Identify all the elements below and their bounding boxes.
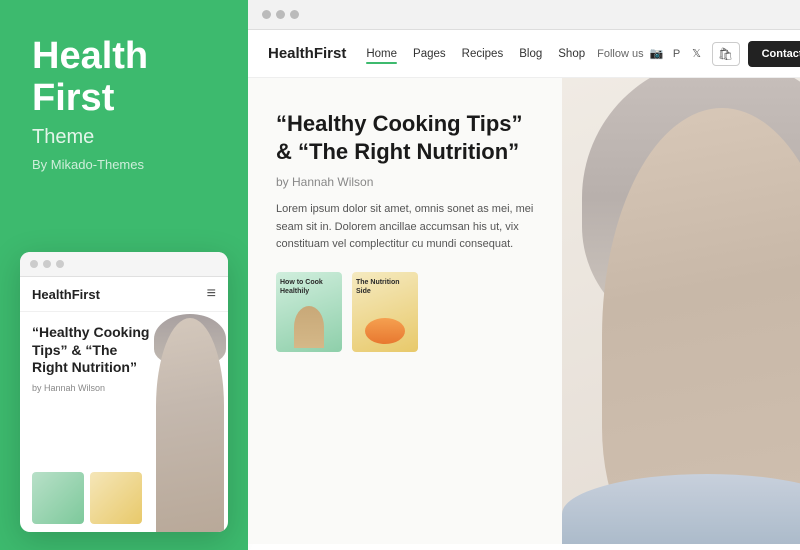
pinterest-icon[interactable]: P xyxy=(670,47,684,61)
book-figure-1 xyxy=(294,306,324,348)
site-nav: HealthFirst Home Pages Recipes Blog Shop… xyxy=(248,30,800,78)
chrome-dot-1 xyxy=(262,10,271,19)
mini-browser-bar xyxy=(20,252,228,277)
instagram-icon[interactable]: 📷 xyxy=(650,47,664,61)
cart-icon[interactable]: 🛍 xyxy=(712,42,740,66)
mini-dot-2 xyxy=(43,260,51,268)
site-content: “Healthy Cooking Tips” & “The Right Nutr… xyxy=(248,78,800,544)
mini-dot-1 xyxy=(30,260,38,268)
nav-link-recipes[interactable]: Recipes xyxy=(462,48,504,60)
mini-thumbnails xyxy=(32,472,142,524)
hero-image-column: ♥ 🛒 xyxy=(562,78,800,544)
chrome-dot-3 xyxy=(290,10,299,19)
book-bowl-decoration xyxy=(365,318,405,344)
mini-browser-mockup: HealthFirst ≡ “Healthy Cooking Tips” & “… xyxy=(20,252,228,532)
mini-dot-3 xyxy=(56,260,64,268)
sidebar: Health First Theme By Mikado-Themes Heal… xyxy=(0,0,248,550)
book-thumbnails: How to Cook Healthily The Nutrition Side xyxy=(276,272,534,352)
mini-nav: HealthFirst ≡ xyxy=(20,277,228,312)
book-label-2: The Nutrition Side xyxy=(356,278,414,296)
sidebar-subtitle: Theme xyxy=(32,126,216,149)
article-byline: by Hannah Wilson xyxy=(276,175,534,189)
mini-thumb-2 xyxy=(90,472,142,524)
twitter-icon[interactable]: 𝕏 xyxy=(690,47,704,61)
article-excerpt: Lorem ipsum dolor sit amet, omnis sonet … xyxy=(276,201,534,254)
chrome-dot-2 xyxy=(276,10,285,19)
content-column: “Healthy Cooking Tips” & “The Right Nutr… xyxy=(248,78,562,544)
sidebar-title: Health First xyxy=(32,36,216,120)
browser-chrome xyxy=(248,0,800,30)
nav-link-shop[interactable]: Shop xyxy=(558,48,585,60)
nav-link-blog[interactable]: Blog xyxy=(519,48,542,60)
mini-face-decoration xyxy=(156,318,224,532)
book-label-1: How to Cook Healthily xyxy=(280,278,338,296)
nav-link-pages[interactable]: Pages xyxy=(413,48,446,60)
browser-wrapper: HealthFirst Home Pages Recipes Blog Shop… xyxy=(248,0,800,550)
site-logo: HealthFirst xyxy=(268,45,346,62)
book-thumb-2: The Nutrition Side xyxy=(352,272,418,352)
follow-label: Follow us xyxy=(597,48,643,60)
article-title: “Healthy Cooking Tips” & “The Right Nutr… xyxy=(276,110,534,165)
mini-hamburger-icon: ≡ xyxy=(207,285,216,303)
contact-button[interactable]: Contact us xyxy=(748,41,800,67)
nav-follow: Follow us 📷 P 𝕏 xyxy=(597,47,703,61)
mini-content: “Healthy Cooking Tips” & “The Right Nutr… xyxy=(20,312,228,532)
cart-symbol: 🛍 xyxy=(718,47,733,61)
mini-logo: HealthFirst xyxy=(32,287,100,302)
mini-headline: “Healthy Cooking Tips” & “The Right Nutr… xyxy=(32,324,152,377)
nav-link-home[interactable]: Home xyxy=(366,48,397,60)
nav-links: Home Pages Recipes Blog Shop xyxy=(366,48,585,60)
sidebar-by: By Mikado-Themes xyxy=(32,157,216,172)
book-thumb-1: How to Cook Healthily xyxy=(276,272,342,352)
mini-thumb-1 xyxy=(32,472,84,524)
